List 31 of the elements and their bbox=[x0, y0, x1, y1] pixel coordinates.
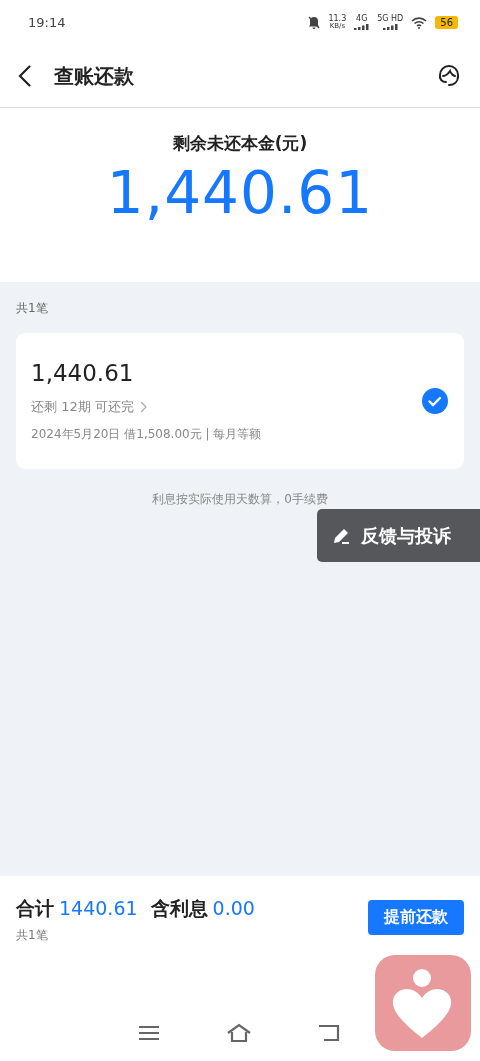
checkbox[interactable] bbox=[421, 387, 449, 415]
signal-icon bbox=[354, 23, 370, 30]
loan-amount: 1,440.61 bbox=[31, 359, 135, 386]
feedback-label[interactable]: 反馈与投诉 bbox=[361, 523, 451, 548]
feedback-button[interactable]: 反馈与投诉 bbox=[317, 509, 480, 562]
menu-icon[interactable] bbox=[138, 1025, 160, 1041]
remaining-principal-amount: 1,440.61 bbox=[106, 159, 374, 227]
back-icon[interactable] bbox=[18, 64, 32, 88]
total-amount: 1440.61 bbox=[59, 897, 138, 919]
home-icon[interactable] bbox=[226, 1023, 252, 1043]
network-speed: 11.3 bbox=[328, 15, 347, 23]
page-title: 查账还款 bbox=[54, 62, 134, 90]
battery-level: 56 bbox=[440, 16, 453, 29]
early-repay-button[interactable]: 提前还款 bbox=[368, 900, 464, 935]
back-nav-icon[interactable] bbox=[318, 1024, 340, 1042]
loan-detail: 2024年5月20日 借1,508.00元 | 每月等额 bbox=[31, 425, 263, 443]
interest-amount: 0.00 bbox=[212, 897, 255, 919]
bell-off-icon bbox=[308, 16, 321, 29]
remaining-principal-label: 剩余未还本金(元) bbox=[172, 132, 308, 155]
network-label: 5G HD bbox=[377, 15, 404, 24]
interest-label: 含利息 bbox=[150, 896, 208, 921]
loan-card[interactable]: 1,440.61 还剩 12期 可还完 2024年5月20日 借1,508.00元 | 每月等额 bbox=[16, 333, 464, 469]
network-label: 4G bbox=[356, 15, 368, 24]
signal-icon bbox=[382, 23, 398, 30]
footer-count: 共1笔 bbox=[16, 927, 49, 944]
status-time: 19:14 bbox=[28, 15, 66, 30]
loan-count: 共1笔 bbox=[16, 300, 49, 317]
interest-note: 利息按实际使用天数算，0手续费 bbox=[151, 491, 329, 508]
wifi-icon bbox=[411, 16, 428, 29]
remaining-periods[interactable]: 还剩 12期 可还完 bbox=[31, 397, 134, 416]
total-label: 合计 bbox=[16, 896, 54, 921]
